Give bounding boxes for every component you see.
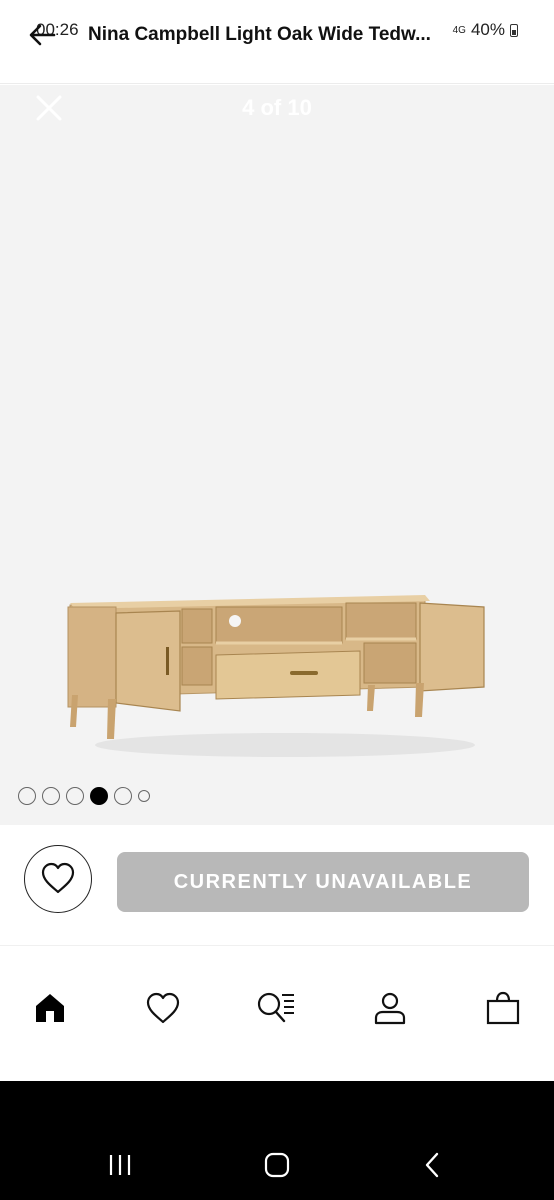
system-navigation-bar	[0, 1081, 554, 1200]
bottom-navigation	[0, 945, 554, 1081]
gallery-dot-active[interactable]	[90, 787, 108, 805]
gallery-dot[interactable]	[18, 787, 36, 805]
page-title: Nina Campbell Light Oak Wide Tedw...	[88, 24, 431, 45]
battery-level: 40%	[470, 20, 505, 39]
account-icon[interactable]	[370, 988, 410, 1028]
basket-icon[interactable]	[483, 988, 523, 1028]
gallery-dot[interactable]	[138, 790, 150, 802]
currently-unavailable-button[interactable]: CURRENTLY UNAVAILABLE	[117, 852, 529, 912]
add-to-wishlist-button[interactable]	[24, 845, 92, 913]
back-arrow-icon[interactable]	[28, 22, 56, 48]
gallery-pagination	[18, 787, 150, 805]
tv-stand-image	[67, 595, 485, 757]
gallery-dot[interactable]	[42, 787, 60, 805]
product-actions: CURRENTLY UNAVAILABLE	[0, 825, 554, 945]
product-gallery-screen: 00:26 4G 40% Nina Campbell Light Oak Wid…	[0, 0, 554, 1200]
home-button-icon[interactable]	[257, 1145, 297, 1185]
home-icon[interactable]	[30, 988, 70, 1028]
image-counter: 4 of 10	[242, 95, 312, 120]
back-icon[interactable]	[412, 1145, 452, 1185]
battery-icon	[510, 23, 518, 37]
wishlist-icon[interactable]	[143, 988, 183, 1028]
search-icon[interactable]	[256, 988, 296, 1028]
app-header: 00:26 4G 40% Nina Campbell Light Oak Wid…	[0, 0, 554, 84]
gallery-dot[interactable]	[66, 787, 84, 805]
gallery-dot[interactable]	[114, 787, 132, 805]
image-gallery[interactable]: 4 of 10	[0, 85, 554, 825]
heart-icon	[40, 862, 76, 897]
recent-apps-icon[interactable]	[100, 1145, 140, 1185]
